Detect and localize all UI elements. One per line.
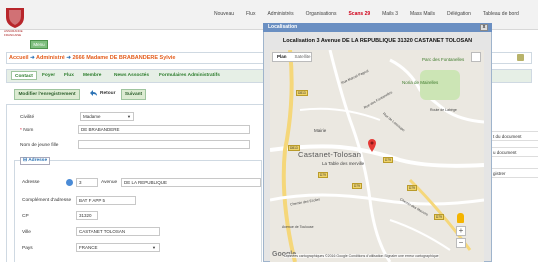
nom-jeune-fille-field[interactable] bbox=[78, 140, 250, 149]
chevron-right-icon: ➜ bbox=[30, 55, 35, 61]
adresse-legend[interactable]: ⊟ Adresse bbox=[20, 157, 51, 165]
top-nav-item[interactable]: Mass Mails bbox=[410, 11, 435, 19]
road-badge: D79 bbox=[318, 172, 328, 178]
adresse-label: Adresse bbox=[22, 180, 40, 185]
tab-contact[interactable]: Contact bbox=[11, 71, 37, 80]
close-button[interactable]: x bbox=[480, 24, 488, 31]
chevron-right-icon: ➜ bbox=[66, 55, 71, 61]
complement-field[interactable]: BAT F APP 5 bbox=[76, 196, 136, 205]
road-badge: D79 bbox=[352, 183, 362, 189]
road-badge: D813 bbox=[296, 90, 308, 96]
tab-formulaires[interactable]: Formulaires Administratifs bbox=[156, 71, 223, 80]
top-nav-item[interactable]: Tableau de bord bbox=[483, 11, 519, 19]
logo-shield-icon[interactable] bbox=[5, 7, 25, 29]
tab-foyer[interactable]: Foyer bbox=[39, 71, 58, 80]
globe-icon[interactable] bbox=[66, 179, 73, 186]
menu-button[interactable]: Menu bbox=[30, 40, 48, 49]
logo-text: ASSURANCE FRANCAISE bbox=[4, 29, 23, 37]
civilite-label: Civilité bbox=[20, 115, 35, 120]
breadcrumb-home[interactable]: Accueil bbox=[9, 55, 29, 61]
dialog-heading: Localisation 3 Avenue DE LA REPUBLIQUE 3… bbox=[282, 38, 473, 44]
top-nav-item[interactable]: Délégation bbox=[447, 11, 471, 19]
civilite-select[interactable]: Madame bbox=[80, 112, 134, 121]
nom-jeune-fille-label: Nom de jeune fille bbox=[20, 143, 59, 148]
chevron-down-icon: ▼ bbox=[127, 114, 131, 119]
top-nav-item[interactable]: Scans 29 bbox=[348, 11, 370, 19]
right-panel-row[interactable]: t du document bbox=[491, 131, 538, 141]
road-badge: D813 bbox=[288, 145, 300, 151]
ville-label: Ville bbox=[22, 230, 31, 235]
chevron-down-icon: ▼ bbox=[152, 245, 156, 250]
top-nav-item[interactable]: Organisations bbox=[306, 11, 337, 19]
map-type-satellite[interactable]: Satellite bbox=[291, 53, 315, 61]
top-nav: Nouveau Flux Administrés Organisations Scans… bbox=[214, 11, 531, 19]
breadcrumb-section[interactable]: Administré bbox=[36, 55, 65, 61]
nom-label: * Nom bbox=[20, 128, 34, 133]
right-panel-row[interactable]: u document bbox=[491, 147, 538, 157]
map-type-toggle[interactable]: Plan Satellite bbox=[272, 52, 312, 62]
map-attribution[interactable]: Données cartographiques ©2016 Google Con… bbox=[284, 254, 439, 258]
tab-news[interactable]: News Assoctés bbox=[111, 71, 152, 80]
cp-label: CP bbox=[22, 214, 29, 219]
road-badge: D79 bbox=[383, 157, 393, 163]
map-mairie-label: Mairie bbox=[314, 128, 327, 133]
fullscreen-icon[interactable] bbox=[471, 52, 481, 62]
map-park-label: Parc des Fontanelles bbox=[422, 57, 465, 62]
right-panel-row[interactable]: gistrer bbox=[491, 168, 538, 178]
right-panel bbox=[491, 104, 538, 262]
nom-field[interactable]: DE BRABANDERE bbox=[78, 125, 250, 134]
top-nav-item[interactable]: Administrés bbox=[267, 11, 293, 19]
dialog-titlebar[interactable] bbox=[263, 23, 492, 32]
ville-field[interactable]: CASTANET TOLOSAN bbox=[76, 227, 160, 236]
map-poi-label: La Table des merville bbox=[322, 161, 365, 166]
pays-label: Pays bbox=[22, 246, 33, 251]
map-type-plan[interactable]: Plan bbox=[273, 53, 291, 61]
voie-field[interactable]: DE LA REPUBLIQUE bbox=[121, 178, 261, 187]
street-view-pegman-icon[interactable] bbox=[457, 213, 464, 223]
top-nav-item[interactable]: Mails 3 bbox=[382, 11, 398, 19]
dialog-title: Localisation bbox=[268, 24, 298, 30]
road-badge: D79 bbox=[434, 214, 444, 220]
map-road-label: Avenue de Toulouse bbox=[282, 225, 314, 229]
map-pin-icon[interactable] bbox=[368, 139, 376, 152]
cp-field[interactable]: 31320 bbox=[76, 211, 98, 220]
retour-button[interactable]: Retour bbox=[92, 89, 120, 100]
voie-type-label: Avenue bbox=[101, 180, 118, 185]
breadcrumb-record: 2666 Madame DE BRABANDERE Sylvie bbox=[72, 55, 176, 61]
zoom-in-button[interactable]: + bbox=[456, 226, 466, 236]
suivant-button[interactable]: Suivant bbox=[121, 89, 146, 100]
road-badge: D79 bbox=[407, 185, 417, 191]
tab-membre[interactable]: Membre bbox=[80, 71, 104, 80]
complement-label: Complément d'adresse bbox=[22, 198, 72, 203]
zoom-out-button[interactable]: − bbox=[456, 238, 466, 248]
map-noria-label: Noria de Mairelles bbox=[402, 80, 439, 85]
map-road-label: Route de Labège bbox=[430, 108, 457, 112]
modify-record-button[interactable]: Modifier l'enregistrement bbox=[14, 89, 80, 100]
edit-icon[interactable] bbox=[517, 54, 524, 61]
top-nav-item[interactable]: Flux bbox=[246, 11, 255, 19]
top-nav-item[interactable]: Nouveau bbox=[214, 11, 234, 19]
pays-select[interactable]: FRANCE bbox=[76, 243, 160, 252]
tab-flux[interactable]: Flux bbox=[61, 71, 77, 80]
numero-field[interactable]: 3 bbox=[76, 178, 98, 187]
breadcrumb: Accueil ➜ Administré ➜ 2666 Madame DE BR… bbox=[9, 55, 175, 61]
map-town-label: Castanet-Tolosan bbox=[298, 150, 362, 159]
